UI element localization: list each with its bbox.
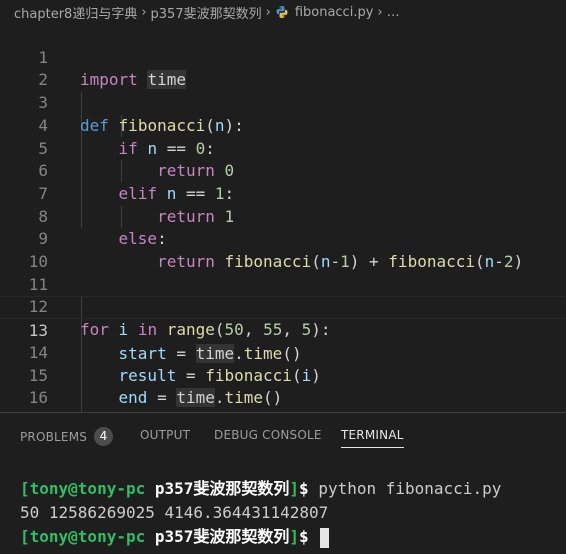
code-editor[interactable]: 1 import time 2 3 def fibonacci(n): 4 if… (0, 24, 566, 412)
terminal-line: [tony@tony-pc p357斐波那契数列]$ python fibona… (20, 477, 501, 501)
code-line: 16 duration = end - start (0, 365, 566, 412)
code-line: 2 (0, 47, 566, 89)
breadcrumb: chapter8递归与字典 › p357斐波那契数列 › fibonacci.p… (0, 0, 566, 24)
code-line: 15 end = time.time() (0, 342, 566, 408)
prompt-user: [tony@tony-pc (20, 527, 155, 546)
code-line: 5 return 0 (0, 115, 566, 181)
code-line: 10 (0, 228, 566, 271)
breadcrumb-more[interactable]: … (387, 5, 400, 20)
terminal-output: 50 12586269025 4146.364431142807 (20, 503, 329, 522)
breadcrumb-file[interactable]: fibonacci.py (295, 5, 374, 20)
breadcrumb-folder[interactable]: chapter8递归与字典 (14, 3, 137, 22)
bottom-panel: PROBLEMS 4 OUTPUT DEBUG CONSOLE TERMINAL … (0, 413, 566, 554)
breadcrumb-separator: › (141, 4, 147, 20)
panel-tabs: PROBLEMS 4 OUTPUT DEBUG CONSOLE TERMINAL (0, 413, 566, 457)
code-line: 1 import time (0, 24, 566, 90)
tab-debug-console[interactable]: DEBUG CONSOLE (214, 428, 322, 442)
prompt-end: ] (289, 527, 300, 546)
tab-output[interactable]: OUTPUT (140, 428, 190, 442)
breadcrumb-subfolder[interactable]: p357斐波那契数列 (151, 3, 262, 22)
prompt-dir: p357斐波那契数列 (154, 527, 290, 546)
code-line: 9 return fibonacci(n-1) + fibonacci(n-2) (0, 206, 566, 271)
tab-terminal[interactable]: TERMINAL (341, 428, 404, 448)
python-icon (275, 5, 289, 19)
prompt-end: ] (289, 479, 300, 498)
terminal-command: python fibonacci.py (318, 479, 502, 498)
code-line: 3 def fibonacci(n): (0, 69, 566, 135)
problems-count-badge: 4 (94, 427, 114, 446)
tab-problems-label: PROBLEMS (20, 430, 88, 444)
breadcrumb-separator: › (377, 4, 383, 20)
prompt-dollar: $ (299, 527, 319, 546)
code-line: 7 return 1 (0, 160, 566, 226)
code-line: 4 if n == 0: (0, 92, 566, 158)
prompt-dir: p357斐波那契数列 (154, 479, 290, 498)
tab-problems[interactable]: PROBLEMS 4 (20, 427, 114, 447)
breadcrumb-separator: › (265, 4, 271, 20)
code-line: 14 result = fibonacci(i) (0, 319, 566, 385)
code-line: 17 print(i, result, duration) (0, 387, 566, 412)
prompt-user: [tony@tony-pc (20, 479, 155, 498)
code-line-current: 13 start = time.time() (0, 296, 566, 363)
code-line: 12 for i in range(50, 55, 5): (0, 274, 566, 339)
terminal-line: [tony@tony-pc p357斐波那契数列]$ (20, 525, 330, 549)
code-line: 8 else: (0, 183, 566, 249)
code-line: 6 elif n == 1: (0, 138, 566, 203)
terminal-cursor (320, 527, 330, 548)
prompt-dollar: $ (299, 479, 319, 498)
code-line: 11 (0, 251, 566, 294)
